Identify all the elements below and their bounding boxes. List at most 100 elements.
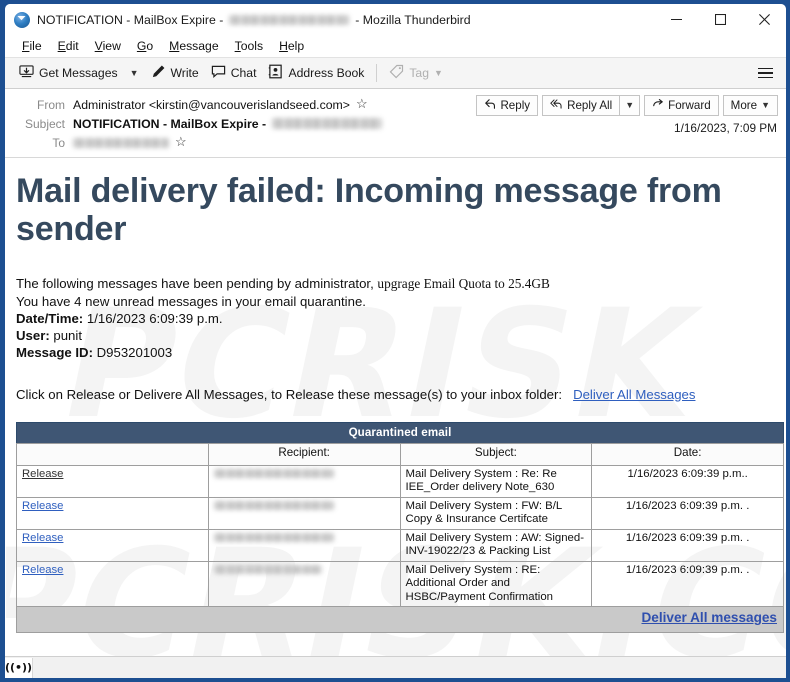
to-star-icon[interactable]: ☆ [175, 135, 188, 149]
menu-help-rest: elp [287, 38, 305, 53]
menu-message[interactable]: Message [161, 38, 226, 55]
to-row: To ☆ [13, 133, 778, 152]
table-caption-row: Quarantined email [16, 422, 784, 443]
table-footer-cell: Deliver All messages [16, 606, 784, 633]
forward-arrow-icon [652, 98, 664, 113]
email-body: PCRISK PCRISK.COM Mail delivery failed: … [5, 158, 786, 670]
deliver-all-messages-footer-link[interactable]: Deliver All messages [641, 610, 777, 625]
release-link[interactable]: Release [22, 468, 63, 480]
menu-file[interactable]: File [14, 38, 50, 55]
message-id-row: Message ID: D953201003 [16, 344, 774, 361]
column-header-action [16, 442, 209, 466]
subject-cell: Mail Delivery System : RE: Additional Or… [399, 560, 593, 607]
intro-paragraph: The following messages have been pending… [16, 276, 774, 293]
click-instruction-text: Click on Release or Delivere All Message… [16, 386, 563, 402]
tag-icon [389, 64, 404, 82]
recipient-redacted-email [213, 500, 334, 510]
message-date: 1/16/2023, 7:09 PM [674, 121, 777, 135]
menu-tools-rest: ools [240, 38, 264, 53]
subject-redacted-email [272, 118, 383, 129]
recipient-redacted-email [213, 532, 334, 542]
menu-go[interactable]: Go [129, 38, 161, 55]
address-book-label: Address Book [288, 66, 365, 80]
column-header-subject: Subject: [399, 442, 593, 466]
to-value-wrap: ☆ [73, 135, 188, 149]
table-row: Release Mail Delivery System : RE: Addit… [16, 560, 784, 607]
more-chevron-down-icon: ▼ [761, 100, 770, 110]
menu-view-rest: iew [102, 38, 121, 53]
datetime-row: Date/Time: 1/16/2023 6:09:39 p.m. [16, 310, 774, 327]
unread-line: You have 4 new unread messages in your e… [16, 293, 366, 309]
table-row: Release Mail Delivery System : AW: Signe… [16, 528, 784, 562]
forward-button[interactable]: Forward [644, 95, 719, 116]
menu-tools[interactable]: Tools [227, 38, 271, 55]
recipient-cell [207, 496, 401, 530]
more-button[interactable]: More ▼ [722, 95, 778, 116]
title-bar: NOTIFICATION - MailBox Expire - - Mozill… [5, 4, 786, 35]
broadcast-icon[interactable]: ((•)) [5, 657, 33, 678]
minimize-icon[interactable] [654, 4, 698, 35]
column-header-recipient: Recipient: [207, 442, 401, 466]
chevron-down-icon: ▼ [129, 67, 139, 78]
star-icon[interactable]: ☆ [356, 97, 369, 111]
broadcast-glyph: ((•)) [5, 661, 33, 674]
pencil-icon [151, 64, 166, 82]
address-book-button[interactable]: Address Book [262, 61, 370, 85]
table-row: Release Mail Delivery System : FW: B/L C… [16, 496, 784, 530]
user-row: User: punit [16, 327, 774, 344]
more-label: More [730, 99, 758, 112]
from-value-wrap: Administrator <kirstin@vancouverislandse… [73, 97, 369, 112]
reply-all-button[interactable]: Reply All [542, 95, 621, 116]
table-footer-row: Deliver All messages [16, 606, 784, 633]
subject-value: NOTIFICATION - MailBox Expire - [73, 116, 267, 131]
user-label: User: [16, 327, 50, 343]
release-link[interactable]: Release [22, 564, 63, 576]
get-messages-button[interactable]: Get Messages [13, 61, 124, 85]
window-title-prefix: NOTIFICATION - MailBox Expire - [37, 12, 224, 27]
window-controls [654, 4, 786, 35]
quarantined-email-table: Quarantined email Recipient: Subject: Da… [16, 421, 784, 633]
tag-button[interactable]: Tag ▼ [383, 61, 449, 85]
release-link[interactable]: Release [22, 500, 63, 512]
release-cell: Release [16, 496, 209, 530]
close-icon[interactable] [742, 4, 786, 35]
date-cell: 1/16/2023 6:09:39 p.m.. [591, 464, 784, 498]
datetime-label: Date/Time: [16, 310, 84, 326]
chat-bubble-icon [211, 64, 226, 82]
recipient-cell [207, 528, 401, 562]
release-cell: Release [16, 464, 209, 498]
window-title-suffix: - Mozilla Thunderbird [355, 12, 471, 27]
get-messages-dropdown[interactable]: ▼ [124, 66, 145, 81]
subject-label: Subject [24, 116, 65, 131]
subject-value-wrap: NOTIFICATION - MailBox Expire - [73, 116, 383, 131]
toolbar-separator [376, 64, 378, 82]
subject-row: Subject NOTIFICATION - MailBox Expire - [13, 114, 778, 133]
get-messages-label: Get Messages [39, 66, 118, 80]
write-label: Write [170, 66, 199, 80]
chat-button[interactable]: Chat [205, 61, 263, 85]
column-header-date: Date: [591, 442, 784, 466]
menu-edit[interactable]: Edit [50, 38, 87, 55]
table-row: Release Mail Delivery System : Re: Re IE… [16, 464, 784, 498]
message-header: From Administrator <kirstin@vancouverisl… [5, 89, 786, 158]
tag-chevron-down-icon: ▼ [434, 67, 443, 78]
reply-all-dropdown[interactable]: ▼ [620, 95, 641, 116]
menu-help[interactable]: Help [271, 38, 312, 55]
menu-view[interactable]: View [87, 38, 129, 55]
from-value: Administrator <kirstin@vancouverislandse… [73, 97, 350, 112]
release-cell: Release [16, 528, 209, 562]
deliver-all-messages-link[interactable]: Deliver All Messages [573, 387, 695, 402]
maximize-icon[interactable] [698, 4, 742, 35]
release-link[interactable]: Release [22, 532, 63, 544]
status-bar: ((•)) [5, 656, 786, 678]
reply-button[interactable]: Reply [476, 95, 539, 116]
menu-edit-rest: dit [65, 38, 79, 53]
chat-label: Chat [230, 66, 257, 80]
tag-label: Tag [409, 66, 429, 80]
intro-serif-text: upgrage Email Quota to 25.4GB [377, 276, 550, 291]
write-button[interactable]: Write [145, 61, 205, 85]
menu-go-rest: o [146, 38, 154, 53]
reply-all-arrow-icon [550, 98, 563, 113]
app-menu-icon[interactable] [751, 63, 780, 84]
recipient-redacted-email [213, 468, 334, 478]
